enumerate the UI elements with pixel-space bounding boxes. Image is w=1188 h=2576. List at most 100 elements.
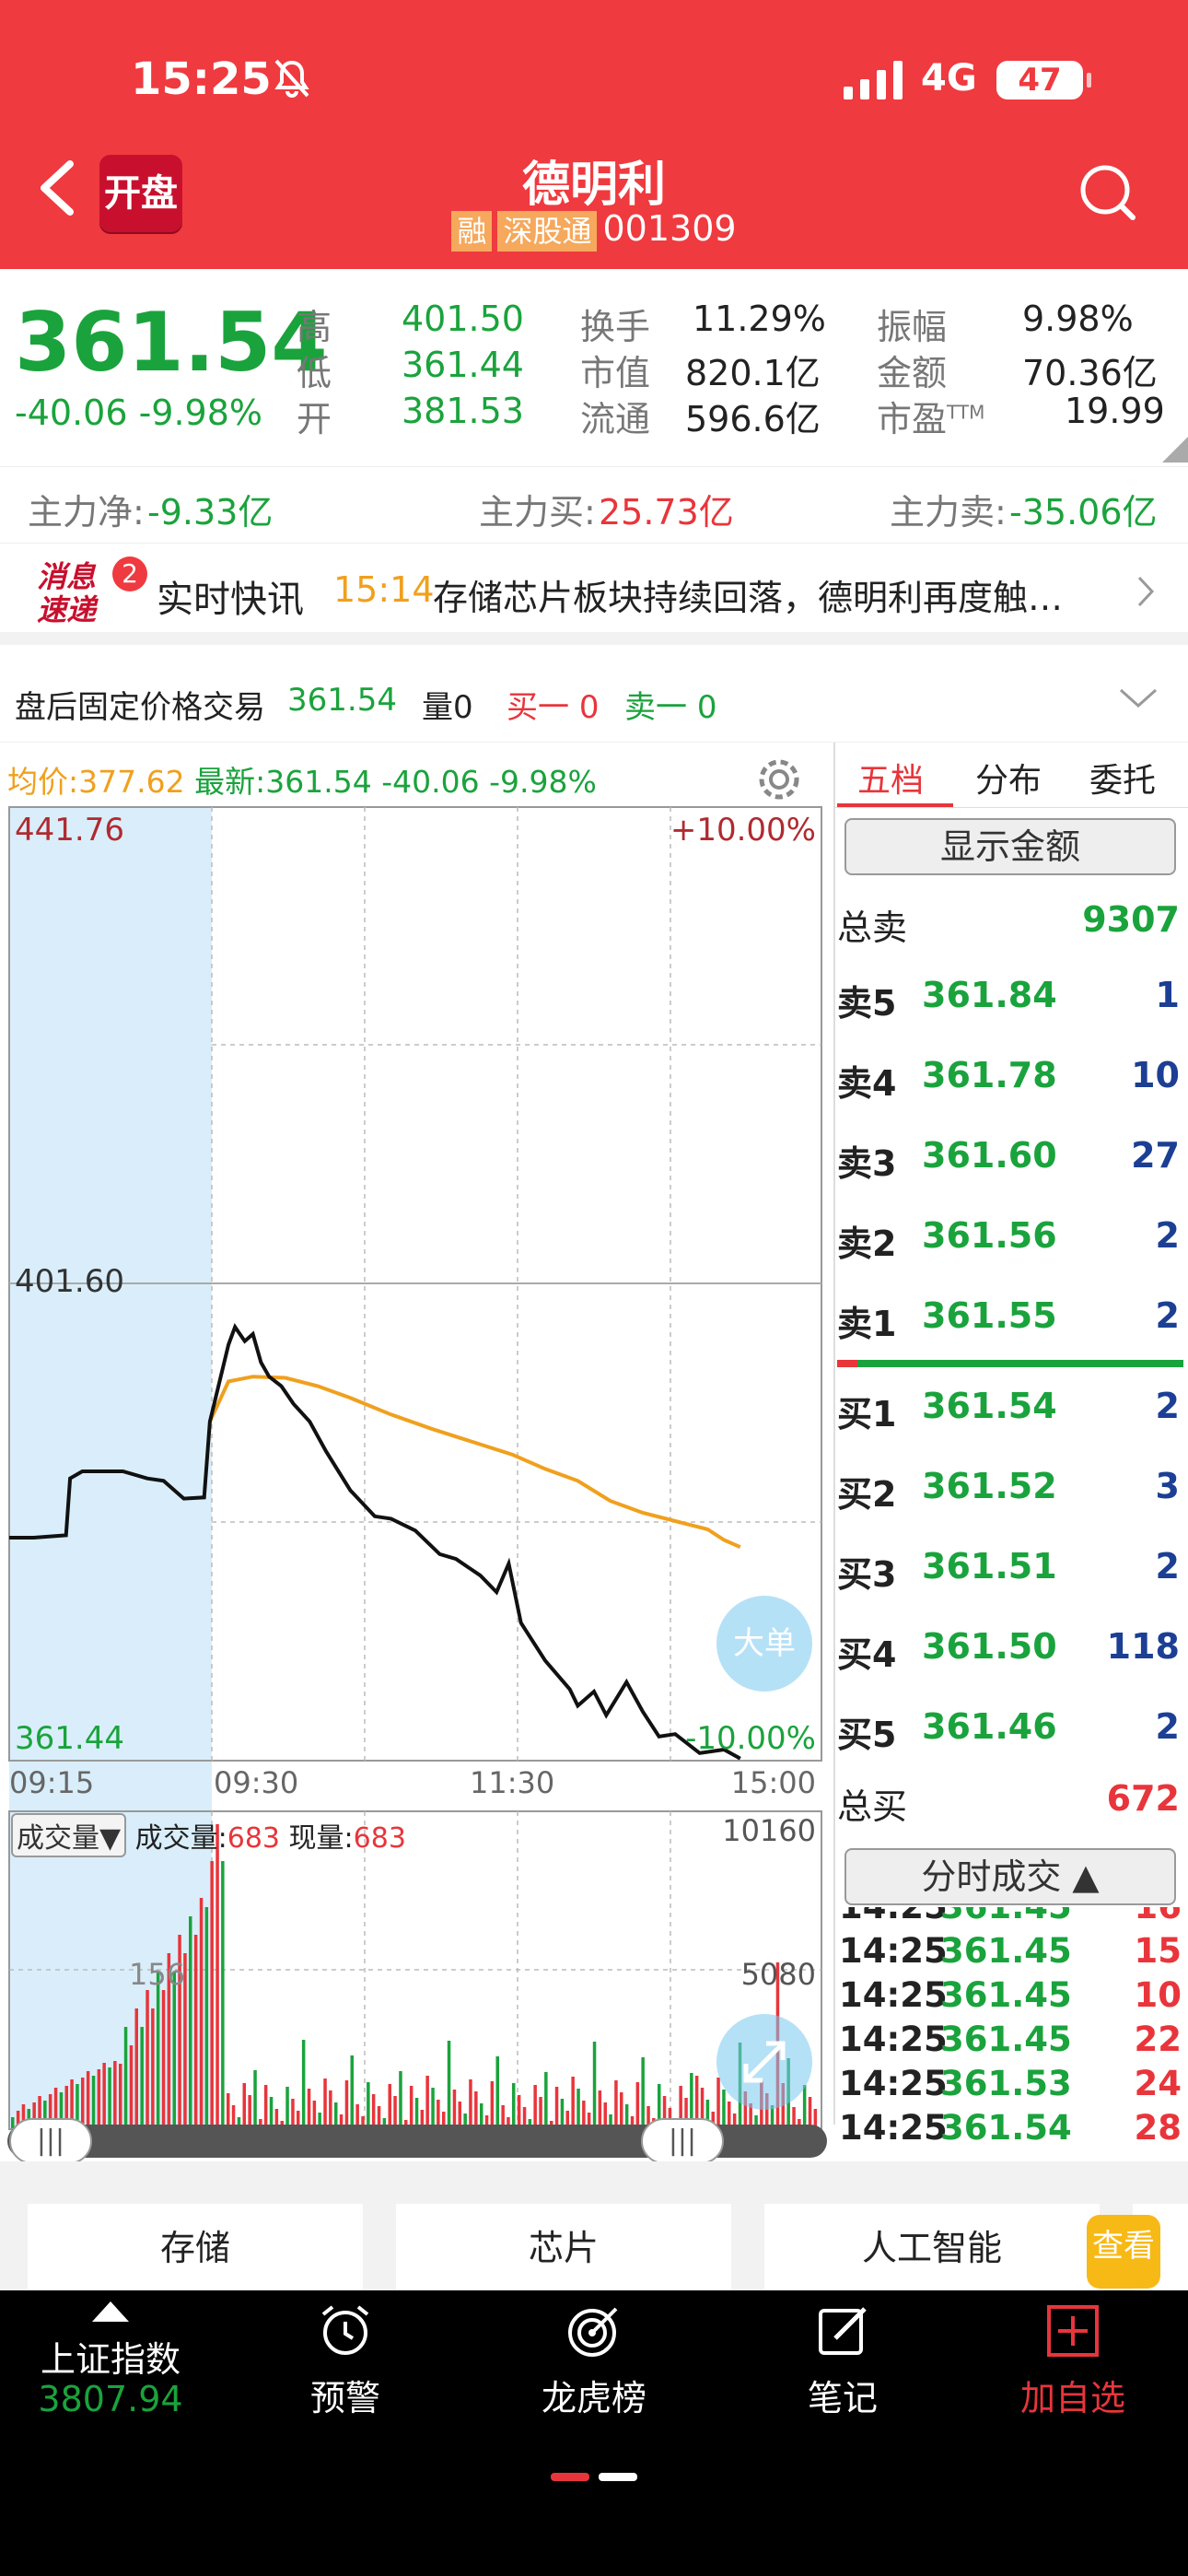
main-buy-label: 主力买:: [479, 492, 596, 533]
alarm-clock-icon: [321, 2305, 369, 2355]
tab-five-level[interactable]: 五档: [857, 754, 924, 802]
total-buy-row: 总买 672: [835, 1778, 1185, 1832]
tick-row: 14:25 361.45 10: [839, 1975, 1185, 2018]
time-label-1130: 11:30: [470, 1765, 554, 1800]
axis-bottom-price: 361.44: [15, 1720, 124, 1757]
ask-row: 卖3 361.60 27: [835, 1135, 1185, 1188]
volume-bar: [113, 2061, 117, 2128]
nav-notes-label: 笔记: [807, 2378, 878, 2418]
range-handle-right[interactable]: |||: [641, 2118, 724, 2164]
volume-bar: [86, 2071, 90, 2128]
axis-top-pct: +10.00%: [670, 812, 816, 849]
change-value: -40.06: [15, 392, 128, 433]
search-icon[interactable]: [1077, 162, 1136, 221]
volume-bar: [285, 2087, 289, 2128]
nav-alert[interactable]: 预警: [230, 2290, 460, 2456]
tick-price: 361.45: [940, 2020, 1072, 2059]
tick-price: 361.53: [940, 2064, 1072, 2103]
total-buy-value: 672: [1106, 1778, 1180, 1819]
tick-time: 14:25: [839, 1907, 948, 1926]
total-sell-row: 总卖 9307: [835, 899, 1185, 953]
main-sell-value: -35.06亿: [1009, 492, 1158, 533]
bid-price: 361.52: [922, 1466, 1057, 1506]
big-order-button[interactable]: 大单: [716, 1596, 812, 1692]
topic-ai[interactable]: 人工智能: [764, 2204, 1100, 2292]
nav-dragon-label: 龙虎榜: [541, 2378, 646, 2418]
axis-top-price: 441.76: [15, 812, 124, 849]
ask-price: 361.78: [922, 1055, 1057, 1095]
volume-bar: [512, 2083, 516, 2128]
ticks-button[interactable]: 分时成交 ▲: [844, 1848, 1176, 1905]
main-buy-value: 25.73亿: [599, 492, 734, 533]
index-name: 上证指数: [40, 2339, 181, 2380]
volume-bar: [425, 2076, 429, 2128]
float-label: 流通: [580, 399, 651, 439]
ticks-button-label: 分时成交: [921, 1856, 1062, 1897]
fullscreen-button[interactable]: [716, 2014, 812, 2110]
ask-row: 卖1 361.55 2: [835, 1295, 1185, 1349]
bid-level-label: 买4: [837, 1634, 897, 1675]
volume-bar: [592, 2042, 597, 2128]
vol-text-label: 成交量:: [134, 1822, 227, 1855]
total-sell-value: 9307: [1082, 899, 1180, 940]
chevron-down-icon[interactable]: [1118, 687, 1159, 709]
up-triangle-icon: [92, 2301, 129, 2322]
volume-bar: [409, 2086, 413, 2128]
volume-bar: [91, 2076, 96, 2128]
volume-bar: [140, 2027, 144, 2128]
show-amount-button[interactable]: 显示金额: [844, 818, 1176, 875]
ask-level-label: 卖3: [837, 1143, 897, 1184]
nav-sh-index[interactable]: 上证指数 3807.94: [0, 2290, 230, 2456]
axis-bottom-pct: -10.00%: [685, 1720, 816, 1757]
topic-storage[interactable]: 存储: [28, 2204, 363, 2292]
quote-summary: 361.54 -40.06 -9.98% 高 401.50 低 361.44 开…: [0, 269, 1188, 464]
view-more-button[interactable]: 查看: [1087, 2215, 1160, 2289]
header-bar: 15:25 4G 47 开盘 德明利 融深股通 001309: [0, 0, 1188, 269]
tick-qty: 24: [1134, 2064, 1182, 2103]
bid-value: 0: [578, 689, 600, 726]
tick-price: 361.54: [940, 2108, 1072, 2148]
volume-bar: [544, 2072, 548, 2128]
time-label-0915: 09:15: [9, 1765, 94, 1800]
news-ticker[interactable]: 消息 速递 2 实时快讯 15:14 存储芯片板块持续回落，德明利再度触…: [0, 544, 1188, 645]
expand-corner-icon[interactable]: [1162, 437, 1188, 463]
bid-price: 361.50: [922, 1626, 1057, 1667]
tab-entrust[interactable]: 委托: [1089, 754, 1156, 802]
axis-mid-price: 401.60: [15, 1263, 124, 1300]
range-handle-left[interactable]: |||: [9, 2118, 92, 2164]
nav-add-label: 加自选: [1019, 2378, 1125, 2418]
volume-bar: [447, 2041, 451, 2128]
tick-list[interactable]: 14:25361.451614:25361.451514:25361.45101…: [833, 1907, 1188, 2156]
tick-price: 361.45: [940, 1975, 1072, 2015]
intraday-chart[interactable]: 均价:377.62 最新:361.54 -40.06 -9.98% 441.76…: [0, 743, 833, 2164]
volume-bar: [571, 2077, 575, 2128]
topic-strip: 存储 芯片 人工智能: [0, 2161, 1188, 2292]
volume-bar: [215, 1824, 219, 2128]
bid-row: 买3 361.51 2: [835, 1546, 1185, 1599]
volume-bar: [134, 2008, 138, 2128]
margin-tag: 融: [451, 210, 493, 252]
range-scrollbar[interactable]: ||| |||: [7, 2118, 827, 2164]
vol-marker: 156: [129, 1957, 185, 1992]
volume-bar: [431, 2088, 435, 2128]
ask-value: 0: [696, 689, 717, 726]
nav-dragon-tiger[interactable]: 龙虎榜: [479, 2290, 709, 2456]
volume-bar: [367, 2082, 370, 2128]
volume-dropdown[interactable]: 成交量▼: [11, 1813, 127, 1857]
money-flow-bar: 主力净: -9.33亿 主力买: 25.73亿 主力卖: -35.06亿: [0, 466, 1188, 544]
volume-bar: [102, 2063, 106, 2128]
float-value: 596.6亿: [685, 399, 821, 439]
topic-chips[interactable]: 芯片: [396, 2204, 731, 2292]
bid-price: 361.46: [922, 1706, 1057, 1747]
nav-notes[interactable]: 笔记: [728, 2290, 958, 2456]
tick-time: 14:25: [839, 1975, 948, 2015]
tick-row: 14:25 361.45 22: [839, 2020, 1185, 2062]
tab-distribution[interactable]: 分布: [975, 754, 1042, 802]
main-net-label: 主力净:: [28, 492, 145, 533]
amount-label: 金额: [877, 353, 948, 393]
expand-arrows-icon: [743, 2041, 786, 2083]
bid-qty: 2: [1155, 1386, 1180, 1426]
after-hours-bar[interactable]: 盘后固定价格交易 361.54 量0 买一 0 卖一 0: [0, 658, 1188, 743]
nav-add-watchlist[interactable]: 加自选: [958, 2290, 1188, 2456]
vol-label: 量: [422, 689, 453, 726]
